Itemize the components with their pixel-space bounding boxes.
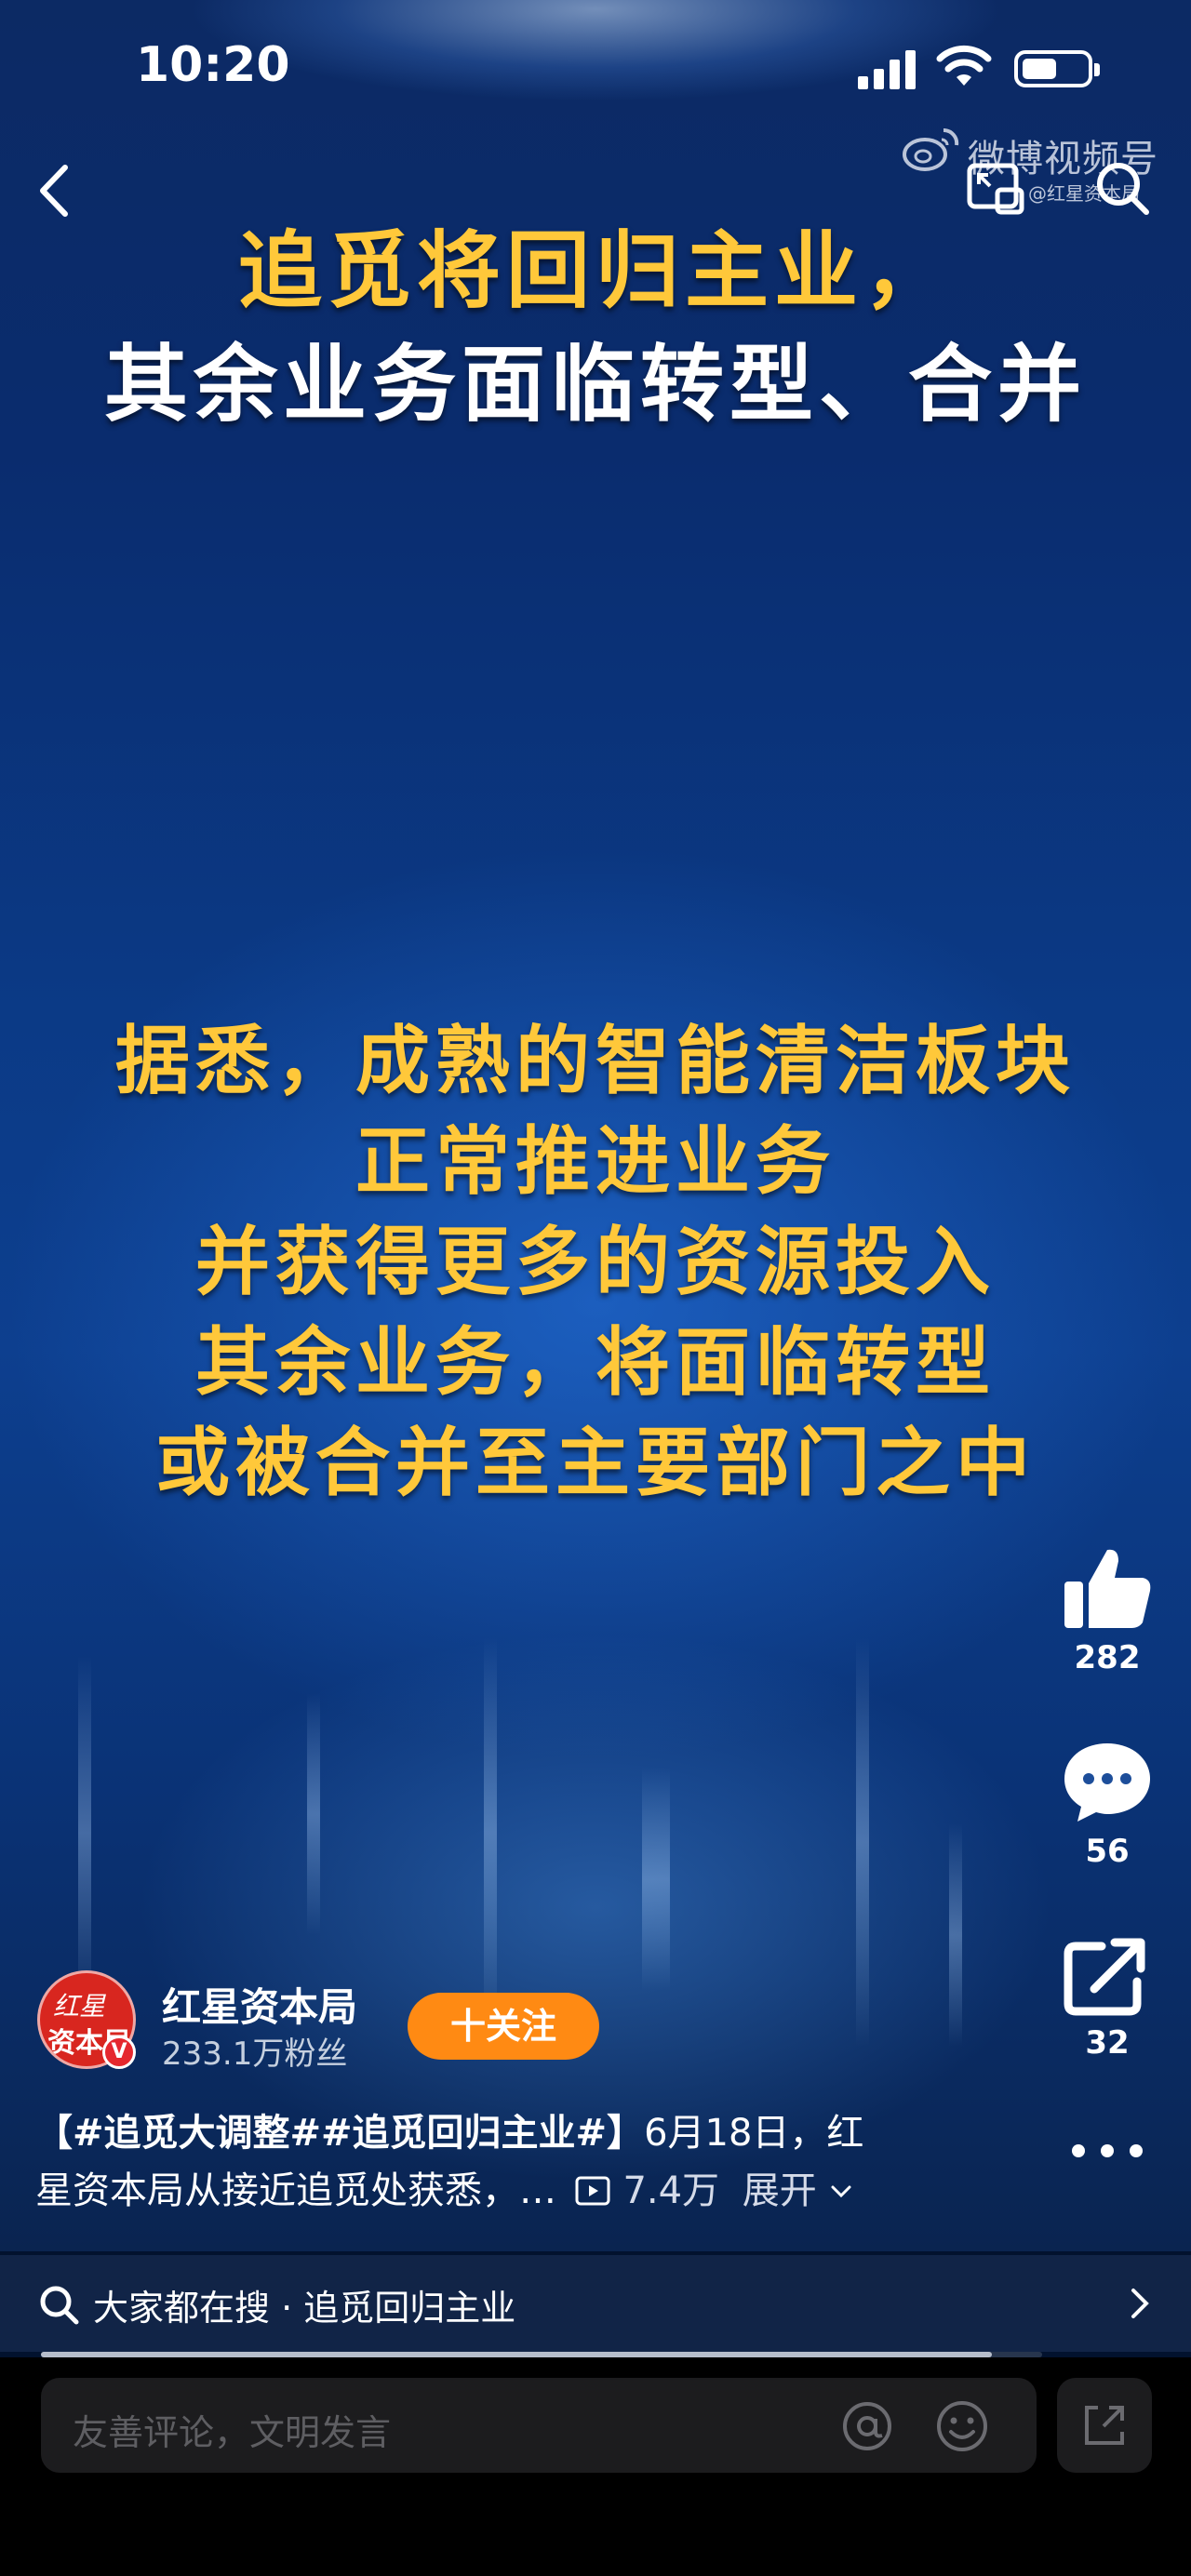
like-count: 282 [1074,1639,1141,1676]
decorative-light [642,1768,670,1991]
expand-icon [1085,2406,1124,2445]
view-count: 7.4万 [622,2169,720,2212]
video-body-line: 或被合并至主要部门之中 [155,1420,1036,1506]
battery-icon [1014,50,1100,87]
video-body-line: 正常推进业务 [355,1118,836,1205]
description-line: 【#追觅大调整##追觅回归主业#】6月18日，红 [35,2104,929,2162]
decorative-light [307,1693,320,1935]
like-action[interactable]: 282 [1051,1544,1163,1676]
cellular-signal-icon [858,48,919,89]
video-headline-line1: 追觅将回归主业， [238,222,953,320]
decorative-light [949,1823,962,2047]
trending-search-label: 大家都在搜 · 追觅回归主业 [93,2288,516,2329]
decorative-light [78,1656,91,2009]
description-text: 星资本局从接近追觅处获悉，… [35,2169,556,2212]
comment-bubble-icon[interactable] [1061,1738,1154,1825]
share-icon[interactable] [1061,1933,1154,2017]
share-count: 32 [1085,2024,1130,2062]
decorative-light [484,1637,497,2028]
comment-placeholder: 友善评论，文明发言 [73,2412,392,2453]
trending-search-bar[interactable]: 大家都在搜 · 追觅回归主业 [0,2255,1191,2352]
status-time: 10:20 [136,37,290,93]
comment-action[interactable]: 56 [1051,1738,1163,1870]
video-description[interactable]: 【#追觅大调整##追觅回归主业#】6月18日，红 星资本局从接近追觅处获悉，… … [35,2104,929,2220]
thumbs-up-icon[interactable] [1061,1544,1154,1632]
video-headline-line2: 其余业务面临转型、合并 [104,336,1087,434]
author-name[interactable]: 红星资本局 [162,1976,357,2033]
description-line: 星资本局从接近追觅处获悉，… 7.4万 展开 [35,2162,929,2220]
more-options-button[interactable] [1051,2140,1163,2166]
author-fans-count: 233.1万粉丝 [162,2035,348,2073]
share-action[interactable]: 32 [1051,1933,1163,2062]
decorative-light [856,1637,869,2047]
follow-button[interactable]: 十关注 [408,1993,599,2060]
comment-count: 56 [1085,1833,1130,1870]
verified-badge: V [102,2035,136,2069]
description-text: 6月18日，红 [644,2112,864,2155]
video-body-line: 其余业务，将面临转型 [195,1319,996,1406]
video-body-line: 并获得更多的资源投入 [195,1219,996,1305]
chevron-right-icon [1131,2289,1149,2318]
search-icon [40,2286,79,2325]
weibo-logo-icon [903,127,959,171]
hashtags[interactable]: 【#追觅大调整##追觅回归主业#】 [35,2112,644,2155]
comment-input[interactable]: 友善评论，文明发言 [41,2378,1037,2473]
wifi-icon [936,45,992,86]
status-bar: 10:20 [0,0,1191,140]
fullscreen-comments-button[interactable] [1057,2378,1152,2473]
more-dots-icon[interactable] [1065,2140,1149,2162]
author-row: 红星 资本局 V 红星资本局 233.1万粉丝 十关注 [37,1970,689,2073]
mention-at-icon[interactable] [839,2398,895,2454]
play-count-icon [575,2176,610,2206]
avatar-logo-text: 红星 [53,1991,106,2022]
chevron-down-icon[interactable] [829,2182,853,2201]
emoji-icon[interactable] [934,2398,990,2454]
video-body-line: 据悉，成熟的智能清洁板块 [115,1018,1076,1104]
expand-link[interactable]: 展开 [743,2169,817,2212]
